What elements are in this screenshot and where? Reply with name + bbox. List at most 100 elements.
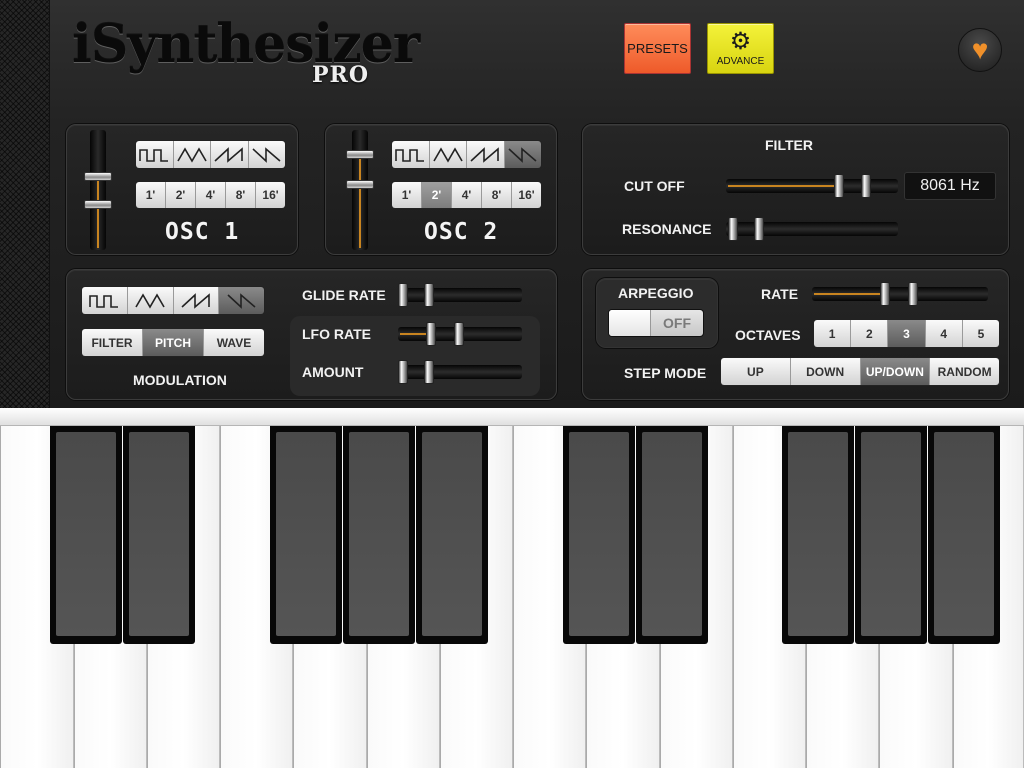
osc2-octave-button[interactable]: 4': [452, 182, 482, 208]
cutoff-slider-knob-secondary[interactable]: [861, 174, 871, 198]
osc2-wave-square[interactable]: [392, 141, 430, 168]
osc2-octave-button[interactable]: 16': [512, 182, 541, 208]
osc1-octave-button[interactable]: 2': [166, 182, 196, 208]
osc1-wave-square[interactable]: [136, 141, 174, 168]
rate-label: RATE: [761, 286, 799, 302]
cutoff-label: CUT OFF: [624, 178, 685, 194]
arp-rate-knob[interactable]: [880, 282, 890, 306]
arpeggio-toggle-knob: [609, 310, 651, 336]
modulation-waveform-selector: [81, 286, 265, 315]
resonance-slider-knob[interactable]: [728, 217, 738, 241]
mod-wave-ramp[interactable]: [219, 287, 264, 314]
piano-keyboard: [0, 408, 1024, 768]
black-key[interactable]: [928, 426, 1000, 644]
sawtooth-wave-icon: [470, 146, 500, 163]
osc2-fader-knob-lower[interactable]: [346, 180, 374, 189]
osc2-wave-triangle[interactable]: [429, 141, 467, 168]
resonance-slider[interactable]: [726, 217, 898, 241]
black-key[interactable]: [343, 426, 415, 644]
glide-rate-label: GLIDE RATE: [302, 287, 386, 303]
black-key[interactable]: [855, 426, 927, 644]
cutoff-slider[interactable]: [726, 174, 898, 198]
triangle-wave-icon: [177, 146, 207, 163]
black-key[interactable]: [416, 426, 488, 644]
arp-octave-button[interactable]: 5: [962, 320, 999, 347]
arp-octave-button[interactable]: 2: [851, 320, 889, 347]
step-mode-button[interactable]: UP: [721, 358, 791, 385]
sawtooth-wave-icon: [181, 292, 210, 309]
osc1-wave-ramp[interactable]: [248, 141, 285, 168]
amount-knob[interactable]: [398, 360, 408, 384]
arpeggio-toggle-state: OFF: [663, 315, 691, 331]
resonance-slider-knob-secondary[interactable]: [754, 217, 764, 241]
filter-title: FILTER: [765, 137, 813, 153]
osc2-octave-selector: 1' 2' 4' 8' 16': [391, 181, 542, 209]
mod-target-button[interactable]: WAVE: [204, 329, 264, 356]
arp-octave-button[interactable]: 3: [888, 320, 926, 347]
mod-wave-sawtooth[interactable]: [173, 287, 220, 314]
osc2-label: OSC 2: [424, 219, 499, 245]
glide-rate-slider[interactable]: [398, 283, 522, 307]
osc1-wave-sawtooth[interactable]: [211, 141, 249, 168]
heart-icon: ♥: [971, 34, 989, 65]
glide-rate-knob[interactable]: [398, 283, 408, 307]
mod-wave-triangle[interactable]: [127, 287, 174, 314]
presets-button[interactable]: PRESETS: [624, 23, 691, 74]
osc1-fader-level: [97, 178, 99, 248]
mod-target-button[interactable]: PITCH: [143, 329, 204, 356]
osc2-octave-button[interactable]: 8': [482, 182, 512, 208]
black-key[interactable]: [782, 426, 854, 644]
triangle-wave-icon: [433, 146, 463, 163]
amount-slider[interactable]: [398, 360, 522, 384]
black-key[interactable]: [123, 426, 195, 644]
black-key[interactable]: [50, 426, 122, 644]
step-mode-button[interactable]: UP/DOWN: [860, 358, 931, 385]
sawtooth-wave-icon: [214, 146, 244, 163]
square-wave-icon: [139, 148, 169, 162]
mod-target-button[interactable]: FILTER: [82, 329, 143, 356]
arp-rate-slider[interactable]: [812, 282, 988, 306]
glide-rate-knob-secondary[interactable]: [424, 283, 434, 307]
osc1-octave-button[interactable]: 4': [196, 182, 226, 208]
ramp-wave-icon: [227, 292, 256, 309]
modulation-label: MODULATION: [133, 372, 227, 388]
osc2-wave-ramp[interactable]: [504, 141, 541, 168]
osc1-octave-button[interactable]: 16': [256, 182, 285, 208]
osc2-octave-button[interactable]: 1': [392, 182, 422, 208]
osc1-wave-triangle[interactable]: [173, 141, 211, 168]
osc1-volume-fader[interactable]: [84, 130, 112, 250]
lfo-rate-slider[interactable]: [398, 322, 522, 346]
square-wave-icon: [395, 148, 425, 162]
black-key[interactable]: [563, 426, 635, 644]
advance-button[interactable]: ⚙ ADVANCE: [707, 23, 774, 74]
black-key[interactable]: [270, 426, 342, 644]
arp-octave-button[interactable]: 4: [925, 320, 963, 347]
app-logo-suffix: PRO: [312, 62, 369, 88]
step-mode-button[interactable]: RANDOM: [930, 358, 999, 385]
black-key[interactable]: [636, 426, 708, 644]
osc2-octave-button[interactable]: 2': [422, 182, 452, 208]
lfo-rate-knob[interactable]: [426, 322, 436, 346]
cutoff-slider-knob[interactable]: [834, 174, 844, 198]
osc1-octave-button[interactable]: 8': [226, 182, 256, 208]
arp-octave-button[interactable]: 1: [814, 320, 852, 347]
mod-wave-square[interactable]: [82, 287, 128, 314]
osc2-volume-fader[interactable]: [346, 130, 374, 250]
osc2-fader-knob[interactable]: [346, 150, 374, 159]
favorite-button[interactable]: ♥: [958, 28, 1002, 72]
amount-label: AMOUNT: [302, 364, 364, 380]
osc1-octave-button[interactable]: 1': [136, 182, 166, 208]
octaves-label: OCTAVES: [735, 327, 801, 343]
osc2-wave-sawtooth[interactable]: [467, 141, 505, 168]
ramp-wave-icon: [252, 146, 281, 163]
amount-knob-secondary[interactable]: [424, 360, 434, 384]
lfo-rate-knob-secondary[interactable]: [454, 322, 464, 346]
osc1-fader-knob[interactable]: [84, 172, 112, 181]
arp-rate-knob-secondary[interactable]: [908, 282, 918, 306]
osc1-fader-knob-lower[interactable]: [84, 200, 112, 209]
arpeggio-toggle[interactable]: OFF: [608, 309, 704, 337]
ramp-wave-icon: [508, 146, 537, 163]
cutoff-slider-level: [728, 185, 838, 187]
step-mode-button[interactable]: DOWN: [790, 358, 861, 385]
arp-rate-level: [814, 293, 884, 295]
